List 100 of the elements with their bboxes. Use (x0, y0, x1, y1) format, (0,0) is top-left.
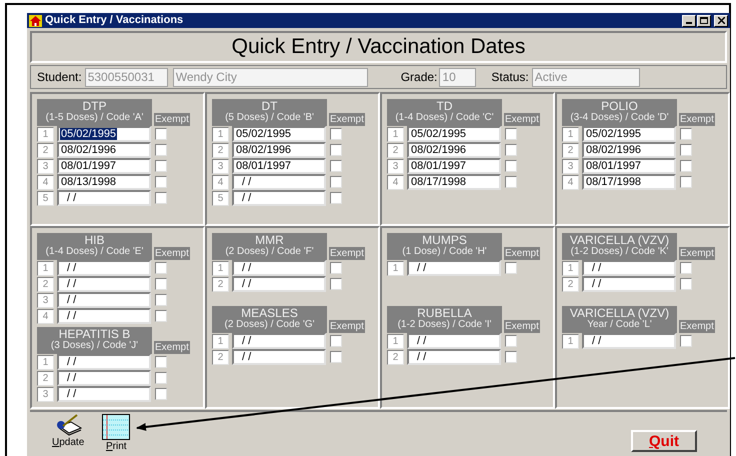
date-field[interactable]: 08/02/1996 (582, 142, 676, 158)
date-field[interactable]: / / (57, 354, 151, 370)
exempt-checkbox[interactable] (505, 160, 517, 172)
date-field[interactable]: 08/13/1998 (57, 174, 151, 190)
dose-number: 5 (37, 190, 54, 206)
date-field[interactable]: / / (582, 333, 676, 349)
dose-number: 4 (37, 308, 54, 324)
date-field[interactable]: / / (582, 260, 676, 276)
date-field[interactable]: 05/02/1995 (582, 126, 676, 142)
exempt-checkbox[interactable] (330, 192, 342, 204)
exempt-checkbox[interactable] (505, 351, 517, 363)
exempt-checkbox[interactable] (680, 335, 692, 347)
exempt-checkbox[interactable] (155, 388, 167, 400)
exempt-checkbox[interactable] (680, 160, 692, 172)
vaccine-name: MEASLES (241, 307, 298, 319)
exempt-checkbox[interactable] (680, 262, 692, 274)
date-field[interactable]: / / (407, 349, 501, 365)
date-field[interactable]: / / (407, 333, 501, 349)
date-field[interactable]: / / (232, 333, 326, 349)
vaccine-name: TD (436, 100, 452, 112)
update-button[interactable]: Update (52, 414, 84, 452)
date-field[interactable]: 05/02/1995 (232, 126, 326, 142)
dose-number: 1 (212, 334, 229, 348)
date-field[interactable]: 08/17/1998 (582, 174, 676, 190)
date-field[interactable]: / / (57, 190, 151, 206)
date-field[interactable]: 08/02/1996 (57, 142, 151, 158)
dose-number: 4 (387, 174, 404, 190)
exempt-checkbox[interactable] (330, 160, 342, 172)
exempt-checkbox[interactable] (505, 335, 517, 347)
exempt-checkbox[interactable] (155, 356, 167, 368)
minimize-button[interactable] (682, 14, 696, 26)
exempt-checkbox[interactable] (330, 128, 342, 140)
grade-label: Grade: (400, 69, 438, 86)
date-field[interactable]: / / (57, 276, 151, 292)
dose-number: 1 (562, 334, 579, 348)
exempt-checkbox[interactable] (155, 278, 167, 290)
dose-requirement: (3-4 Doses) / Code 'D' (570, 112, 669, 124)
exempt-checkbox[interactable] (155, 310, 167, 322)
exempt-checkbox[interactable] (330, 335, 342, 347)
exempt-checkbox[interactable] (155, 144, 167, 156)
date-field[interactable]: / / (57, 370, 151, 386)
date-field[interactable]: 05/02/1995 (57, 126, 151, 142)
window-title: Quick Entry / Vaccinations (45, 15, 184, 26)
exempt-checkbox[interactable] (505, 262, 517, 274)
exempt-checkbox[interactable] (680, 278, 692, 290)
dose-requirement: (1 Dose) / Code 'H' (402, 246, 487, 258)
date-field[interactable]: / / (232, 276, 326, 292)
maximize-button[interactable] (697, 14, 711, 26)
dose-requirement: (1-2 Doses) / Code 'I' (398, 319, 492, 331)
exempt-checkbox[interactable] (155, 128, 167, 140)
exempt-checkbox[interactable] (505, 144, 517, 156)
date-field[interactable]: 08/01/1997 (232, 158, 326, 174)
exempt-checkbox[interactable] (330, 351, 342, 363)
exempt-checkbox[interactable] (155, 262, 167, 274)
date-field[interactable]: 05/02/1995 (407, 126, 501, 142)
dose-requirement: (1-4 Doses) / Code 'C' (395, 112, 494, 124)
date-field[interactable]: / / (232, 260, 326, 276)
dose-number: 2 (37, 370, 54, 386)
date-field[interactable]: / / (57, 308, 151, 324)
dose-number: 1 (37, 126, 54, 142)
date-field[interactable]: / / (232, 174, 326, 190)
dose-number: 2 (212, 142, 229, 158)
exempt-checkbox[interactable] (330, 144, 342, 156)
exempt-checkbox[interactable] (155, 192, 167, 204)
print-button[interactable]: Print (102, 414, 130, 452)
date-field[interactable]: 08/02/1996 (407, 142, 501, 158)
exempt-checkbox[interactable] (155, 176, 167, 188)
exempt-checkbox[interactable] (505, 176, 517, 188)
date-field[interactable]: 08/17/1998 (407, 174, 501, 190)
exempt-checkbox[interactable] (505, 128, 517, 140)
exempt-checkbox[interactable] (155, 294, 167, 306)
date-field[interactable]: / / (232, 190, 326, 206)
dose-number: 5 (212, 190, 229, 206)
date-field[interactable]: / / (232, 349, 326, 365)
exempt-checkbox[interactable] (330, 278, 342, 290)
date-field[interactable]: / / (582, 276, 676, 292)
close-button[interactable] (714, 14, 728, 26)
dose-number: 1 (387, 334, 404, 348)
date-field[interactable]: 08/01/1997 (407, 158, 501, 174)
date-field[interactable]: 08/01/1997 (57, 158, 151, 174)
exempt-checkbox[interactable] (155, 372, 167, 384)
dose-requirement: Year / Code 'L' (587, 319, 652, 331)
exempt-checkbox[interactable] (680, 128, 692, 140)
exempt-checkbox[interactable] (330, 176, 342, 188)
dose-requirement: (1-5 Doses) / Code 'A' (46, 112, 144, 124)
date-field[interactable]: 08/02/1996 (232, 142, 326, 158)
exempt-checkbox[interactable] (680, 144, 692, 156)
date-field[interactable]: / / (57, 260, 151, 276)
exempt-label: Exempt (679, 113, 715, 126)
maximize-icon (700, 17, 708, 24)
date-field[interactable]: 08/01/1997 (582, 158, 676, 174)
exempt-checkbox[interactable] (330, 262, 342, 274)
date-field[interactable]: / / (57, 386, 151, 402)
date-field[interactable]: / / (407, 260, 501, 276)
exempt-checkbox[interactable] (680, 176, 692, 188)
dose-requirement: (3 Doses) / Code 'J' (50, 340, 138, 352)
exempt-checkbox[interactable] (155, 160, 167, 172)
close-icon (718, 17, 724, 24)
date-field[interactable]: / / (57, 292, 151, 308)
vaccine-name: RUBELLA (417, 307, 472, 319)
